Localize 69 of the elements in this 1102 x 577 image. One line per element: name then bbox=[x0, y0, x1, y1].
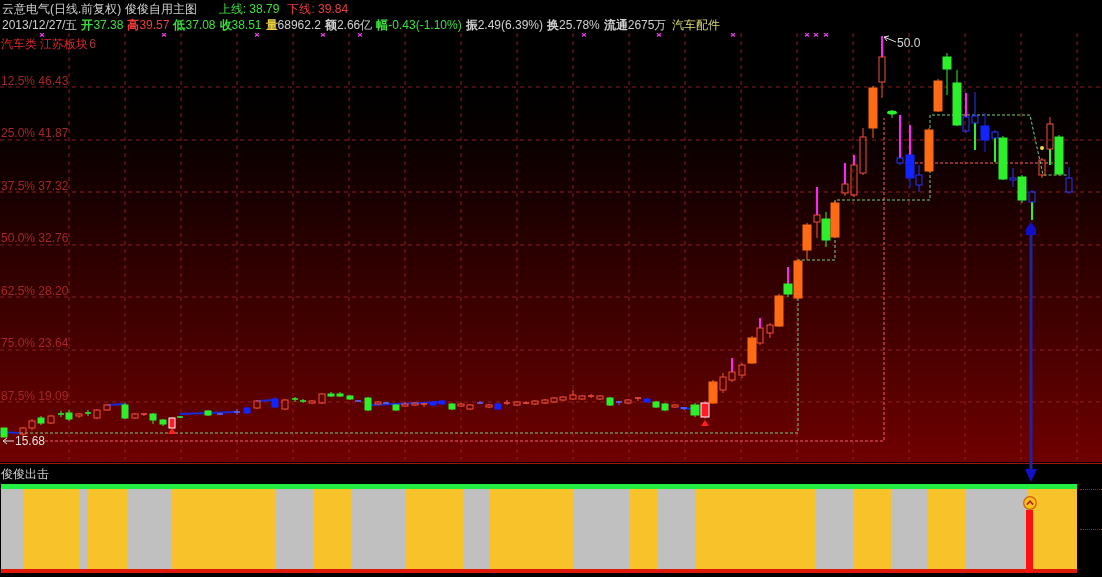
low-price-label: 15.68 bbox=[15, 434, 46, 448]
board-label: 汽车类 江苏板块 bbox=[1, 38, 89, 51]
price-level-label: 75.0% 23.64 bbox=[1, 336, 69, 350]
sector-label: 汽车配件 bbox=[672, 17, 721, 33]
candlestick bbox=[708, 379, 718, 405]
candlestick bbox=[952, 69, 962, 127]
price-level-label: 37.5% 37.32 bbox=[1, 178, 69, 193]
candlestick bbox=[216, 412, 224, 416]
candlestick bbox=[233, 408, 241, 416]
quote-field: 高39.57 bbox=[127, 17, 170, 33]
cross-marker-icon bbox=[357, 33, 363, 38]
triangle-marker-icon bbox=[168, 428, 176, 434]
candlestick bbox=[700, 400, 710, 420]
cross-marker-icon bbox=[39, 33, 45, 38]
quote-field: 量68962.2 bbox=[265, 17, 321, 33]
quote-field: 开37.38 bbox=[81, 17, 124, 33]
candlestick bbox=[253, 399, 261, 410]
cross-marker-icon bbox=[804, 33, 810, 38]
cross-marker-icon bbox=[581, 33, 587, 38]
quote-field: 流通2675万 bbox=[603, 17, 667, 33]
indicator-title: 俊俊出击 bbox=[1, 466, 49, 482]
dot-marker-icon bbox=[1040, 146, 1044, 150]
up-chevron-icon bbox=[1023, 496, 1037, 510]
candlestick bbox=[933, 78, 943, 113]
cross-marker-icon bbox=[254, 33, 260, 38]
quote-field: 换25.78% bbox=[547, 17, 600, 33]
quote-field: 幅-0.43(-1.10%) bbox=[376, 17, 462, 33]
candlestick bbox=[830, 200, 840, 239]
price-level-label: 50.0% 32.76 bbox=[1, 231, 69, 245]
candlestick bbox=[271, 396, 279, 409]
high-price-label: 50.0 bbox=[897, 36, 921, 50]
quote-field: 振2.49(6.39%) bbox=[465, 17, 544, 33]
pointer-arrow bbox=[2, 437, 15, 445]
cross-marker-icon bbox=[813, 33, 819, 38]
date-label: 2013/12/27/五 bbox=[2, 17, 78, 33]
price-level-label: 87.5% 19.09 bbox=[1, 388, 69, 403]
candlestick bbox=[204, 409, 212, 417]
pointer-arrow bbox=[883, 35, 897, 43]
candlestick bbox=[121, 402, 129, 420]
cross-marker-icon bbox=[656, 33, 662, 38]
candlestick bbox=[783, 266, 793, 298]
candlestick bbox=[690, 402, 700, 418]
price-level-label: 25.0% 41.87 bbox=[1, 126, 69, 140]
candlestick bbox=[47, 414, 55, 425]
cross-marker-icon bbox=[823, 33, 829, 38]
candlestick bbox=[281, 398, 289, 411]
candlestick bbox=[1017, 174, 1027, 204]
candlestick bbox=[364, 396, 372, 412]
cross-marker-icon bbox=[320, 33, 326, 38]
price-level-label: 12.5% 46.43 bbox=[1, 73, 69, 88]
quote-field: 收38.51 bbox=[219, 17, 262, 33]
candlestick bbox=[868, 85, 878, 139]
cross-marker-icon bbox=[161, 33, 167, 38]
candlestick bbox=[0, 427, 8, 438]
board-number: 6 bbox=[89, 38, 97, 51]
chart-title: 云意电气(日线.前复权) 俊俊自用主图 bbox=[2, 1, 197, 17]
quote-field: 额2.66亿 bbox=[324, 17, 373, 33]
band-line-reading: 上线: 38.79 bbox=[218, 1, 280, 17]
candlestick bbox=[243, 406, 251, 415]
candlestick bbox=[942, 52, 952, 96]
price-level-label: 62.5% 28.20 bbox=[1, 283, 69, 298]
candlestick bbox=[793, 258, 803, 300]
signal-bar bbox=[1026, 510, 1033, 573]
candlestick bbox=[103, 403, 111, 412]
cross-marker-icon bbox=[730, 33, 736, 38]
quote-field: 低37.08 bbox=[173, 17, 216, 33]
band-line-reading: 下线: 39.84 bbox=[287, 1, 349, 17]
candlestick bbox=[802, 222, 812, 261]
triangle-marker-icon bbox=[701, 420, 709, 426]
